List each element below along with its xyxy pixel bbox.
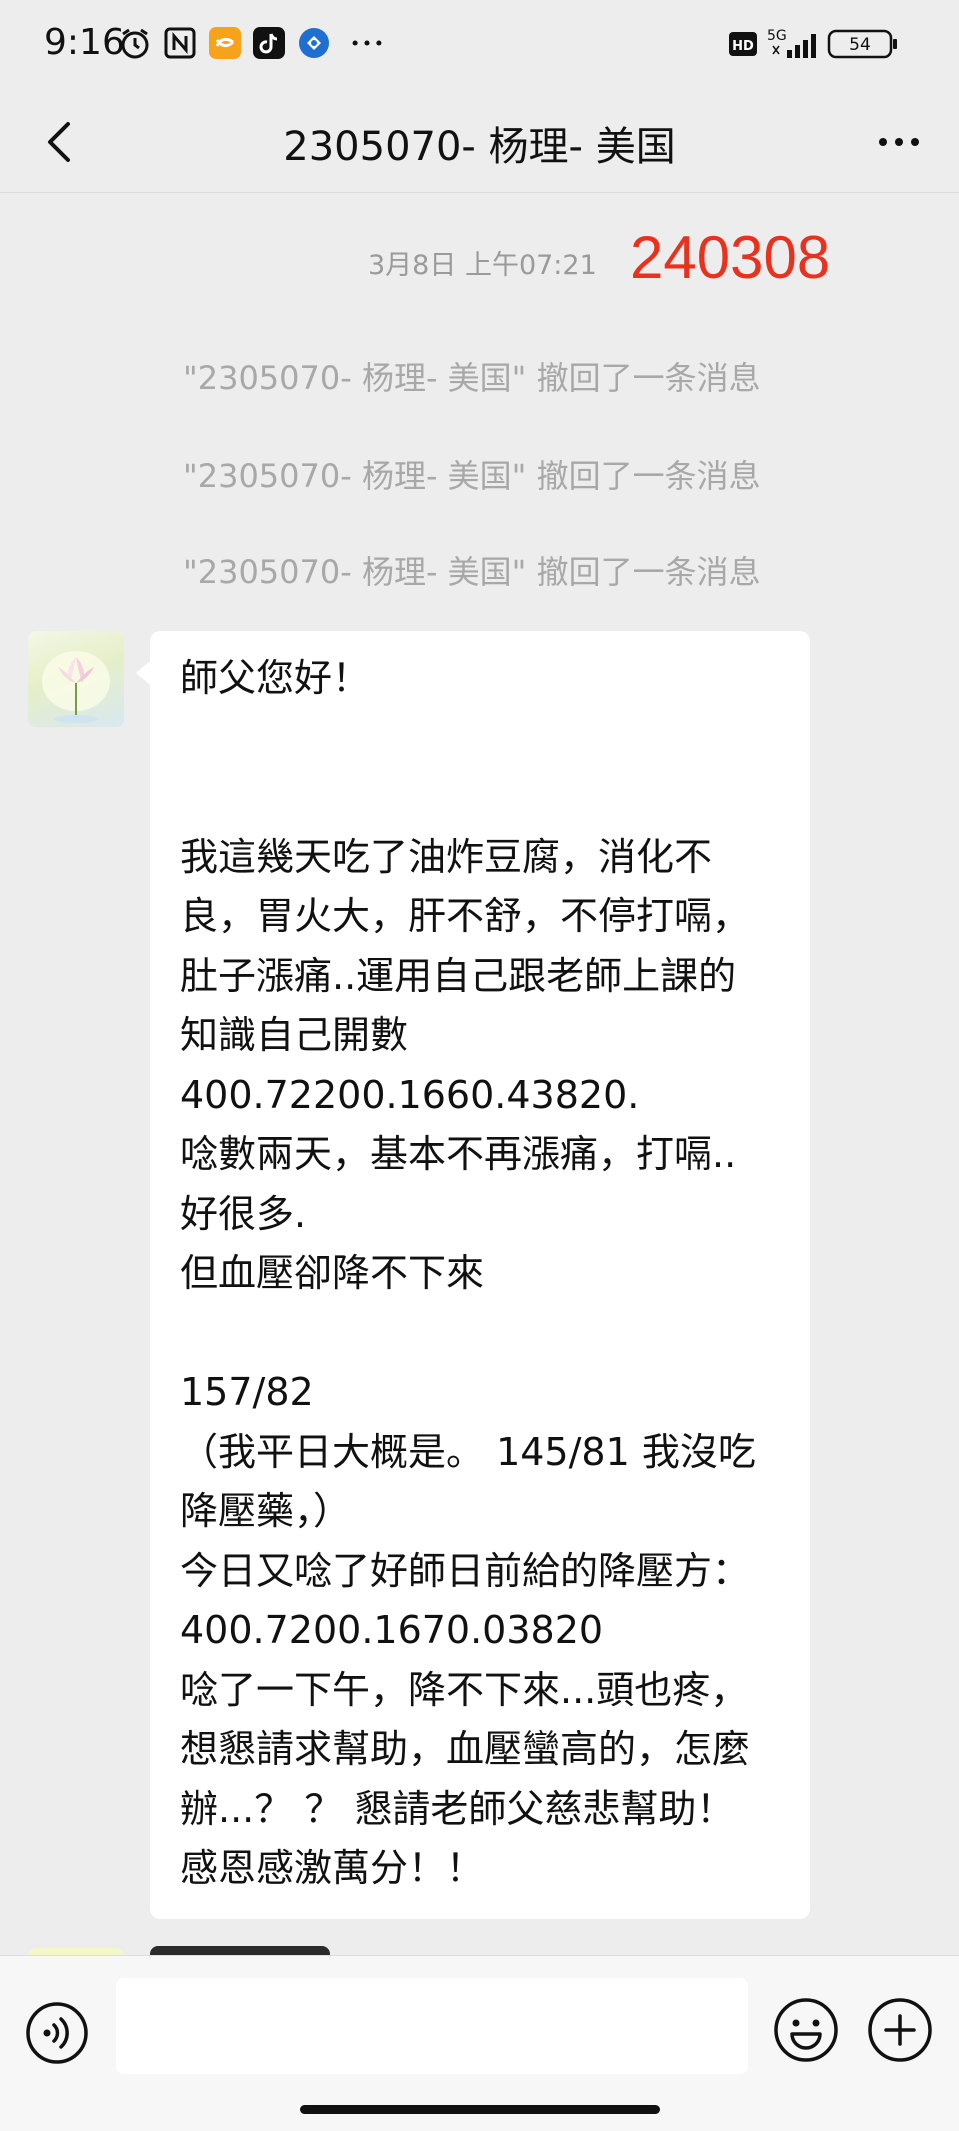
message-input[interactable]: [116, 1978, 748, 2074]
status-time: 9:16: [44, 22, 125, 63]
chat-header: 2305070- 杨理- 美国: [0, 92, 959, 193]
message-line: 400.7200.1670.03820: [180, 1608, 604, 1652]
message-line: 師父您好！: [180, 656, 371, 700]
message-bubble[interactable]: 師父您好！ 我這幾天吃了油炸豆腐，消化不 良，胃火大，肝不舒，不停打嗝， 肚子漲…: [136, 631, 810, 1919]
message-line: 今日又唸了好師日前給的降壓方：: [180, 1548, 751, 1593]
tiktok-icon: [253, 27, 285, 59]
system-message-recalled: "2305070- 杨理- 美国" 撤回了一条消息: [183, 359, 761, 397]
message-line: 157/82: [180, 1370, 314, 1414]
message-line: 好很多.: [180, 1191, 307, 1236]
lotus-avatar-icon: [42, 651, 110, 723]
nfc-icon: [164, 27, 196, 59]
app-icon-orange: [209, 27, 241, 59]
network-label: 5G: [767, 28, 787, 44]
message-line: 但血壓卻降不下來: [180, 1251, 485, 1295]
message-line: 想懇請求幫助，血壓蠻高的，怎麼: [180, 1727, 751, 1771]
message-line: 感恩感激萬分！！: [180, 1846, 485, 1890]
system-message-recalled: "2305070- 杨理- 美国" 撤回了一条消息: [183, 553, 761, 591]
alarm-icon: [121, 28, 149, 59]
next-message-bubble: [150, 1946, 330, 1955]
message-line: 肚子漲痛..運用自己跟老師上課的: [180, 953, 737, 998]
message-line: 辦...？ ？ 懇請老師父慈悲幫助！: [180, 1786, 735, 1831]
message-line: 唸了一下午，降不下來...頭也疼，: [180, 1667, 749, 1712]
voice-icon[interactable]: [24, 2000, 90, 2066]
next-message-avatar: [28, 1948, 124, 1955]
home-indicator[interactable]: [300, 2105, 660, 2114]
message-line: 降壓藥，）: [180, 1489, 352, 1533]
system-message-recalled: "2305070- 杨理- 美国" 撤回了一条消息: [183, 457, 761, 495]
chat-title: 2305070- 杨理- 美国: [283, 124, 676, 170]
more-dots-icon: [352, 40, 382, 46]
status-bar: 9:16 HD 5G 54: [0, 0, 959, 92]
message-line: 400.72200.1660.43820.: [180, 1072, 640, 1117]
battery-level: 54: [849, 35, 871, 55]
chat-area[interactable]: 3月8日 上午07:21 240308 "2305070- 杨理- 美国" 撤回…: [0, 193, 959, 1955]
message-line: [180, 1304, 782, 1364]
message-line: [180, 709, 782, 769]
more-horizontal-icon[interactable]: [869, 112, 929, 172]
status-right-icons: HD 5G 54: [729, 28, 897, 59]
message-timestamp: 3月8日 上午07:21: [368, 250, 597, 281]
app-icon-blue: [299, 28, 329, 58]
input-bar: [0, 1955, 959, 2131]
emoji-icon[interactable]: [772, 1996, 840, 2064]
date-annotation: 240308: [630, 224, 831, 291]
avatar[interactable]: [28, 631, 124, 727]
hd-badge: HD: [732, 39, 754, 54]
message-line: 良，胃火大，肝不舒，不停打嗝，: [180, 894, 751, 938]
message-line: [180, 768, 782, 828]
message-line: （我平日大概是。 145/81 我沒吃: [180, 1429, 756, 1474]
plus-circle-icon[interactable]: [866, 1996, 934, 2064]
message-line: 知識自己開數: [180, 1013, 409, 1057]
message-line: 唸數兩天，基本不再漲痛，打嗝..: [180, 1132, 737, 1176]
message-line: 我這幾天吃了油炸豆腐，消化不: [180, 834, 713, 879]
